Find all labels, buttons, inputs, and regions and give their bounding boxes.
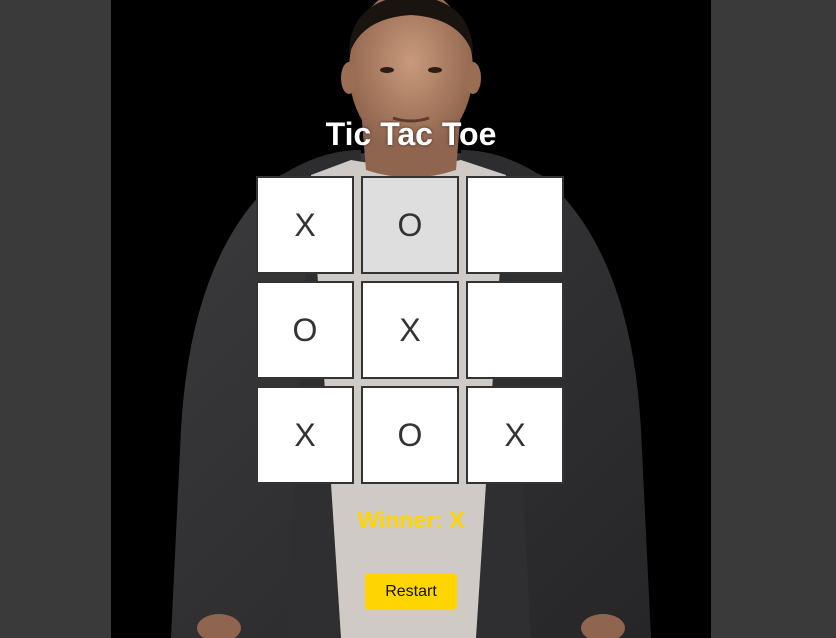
board-cell-7[interactable]: X (256, 386, 354, 484)
restart-button[interactable]: Restart (365, 573, 457, 610)
board-cell-3[interactable] (466, 176, 564, 274)
board-cell-8[interactable]: O (361, 386, 459, 484)
page-title: Tic Tac Toe (325, 116, 497, 152)
game-board: X O O X X O X (256, 176, 571, 491)
winner-status: Winner: X (357, 507, 465, 533)
board-cell-5[interactable]: X (361, 281, 459, 379)
game-stage: Tic Tac Toe X O O X X O X Winner: X Rest… (111, 0, 711, 638)
board-cell-1[interactable]: X (256, 176, 354, 274)
board-cell-9[interactable]: X (466, 386, 564, 484)
board-cell-4[interactable]: O (256, 281, 354, 379)
board-cell-6[interactable] (466, 281, 564, 379)
board-cell-2[interactable]: O (361, 176, 459, 274)
